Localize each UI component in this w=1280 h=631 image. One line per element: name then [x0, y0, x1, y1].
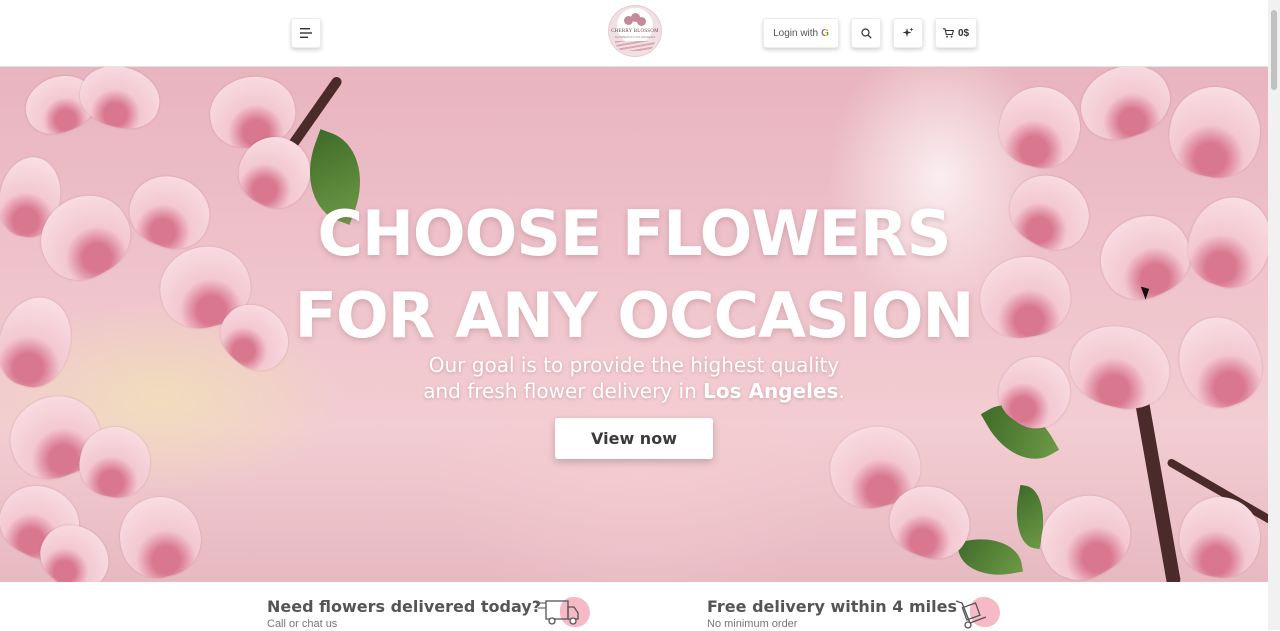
sparkle-icon: [902, 27, 914, 37]
feature-subtitle: Call or chat us: [267, 618, 338, 630]
hero-subtitle-line-1: Our goal is to provide the highest quali…: [428, 353, 840, 377]
cart-button[interactable]: 0$: [935, 18, 977, 48]
hero-subtitle-prefix: and fresh flower delivery in: [423, 379, 704, 403]
hero-title: CHOOSE FLOWERS FOR ANY OCCASION: [0, 193, 1268, 357]
feature-title: Need flowers delivered today?: [267, 597, 542, 616]
login-with-google-button[interactable]: Login with G: [763, 18, 839, 48]
hand-truck-icon: [950, 595, 1004, 631]
menu-button[interactable]: [291, 18, 321, 48]
view-now-button[interactable]: View now: [555, 418, 713, 459]
feature-subtitle: No minimum order: [707, 618, 798, 630]
search-icon: [860, 27, 872, 39]
cart-total: 0$: [957, 27, 970, 39]
logo-tagline: FLOWERS IN LOS ANGELES: [614, 35, 656, 39]
site-logo[interactable]: CHERRY BLOSSOM FLOWERS IN LOS ANGELES: [608, 5, 662, 57]
hero-subtitle-city: Los Angeles: [703, 379, 839, 403]
scrollbar-thumb[interactable]: [1271, 10, 1277, 90]
hero-subtitle-line-2: and fresh flower delivery in Los Angeles…: [0, 378, 1268, 404]
ai-assistant-button[interactable]: [893, 18, 923, 48]
hero-title-line-1: CHOOSE FLOWERS: [317, 197, 952, 270]
delivery-truck-icon: [536, 595, 590, 631]
hero-banner: CHOOSE FLOWERS FOR ANY OCCASION Our goal…: [0, 67, 1268, 582]
hero-title-line-2: FOR ANY OCCASION: [294, 279, 975, 352]
feature-free-delivery: Free delivery within 4 miles No minimum …: [707, 597, 957, 630]
feature-title: Free delivery within 4 miles: [707, 597, 957, 616]
logo-base-graphic: [615, 41, 655, 51]
hero-subtitle: Our goal is to provide the highest quali…: [0, 352, 1268, 404]
cart-icon: [942, 28, 954, 38]
google-icon: G: [821, 27, 829, 39]
login-label: Login with: [773, 27, 819, 39]
feature-same-day-delivery: Need flowers delivered today? Call or ch…: [267, 597, 541, 630]
features-bar: Need flowers delivered today? Call or ch…: [0, 582, 1268, 630]
hamburger-menu-icon: [300, 28, 312, 38]
site-header: CHERRY BLOSSOM FLOWERS IN LOS ANGELES Lo…: [0, 0, 1268, 67]
logo-name: CHERRY BLOSSOM: [611, 29, 659, 34]
logo-flower-icon: [622, 13, 648, 27]
hero-subtitle-suffix: .: [838, 379, 845, 403]
page-scrollbar[interactable]: [1268, 0, 1280, 630]
search-button[interactable]: [851, 18, 881, 48]
